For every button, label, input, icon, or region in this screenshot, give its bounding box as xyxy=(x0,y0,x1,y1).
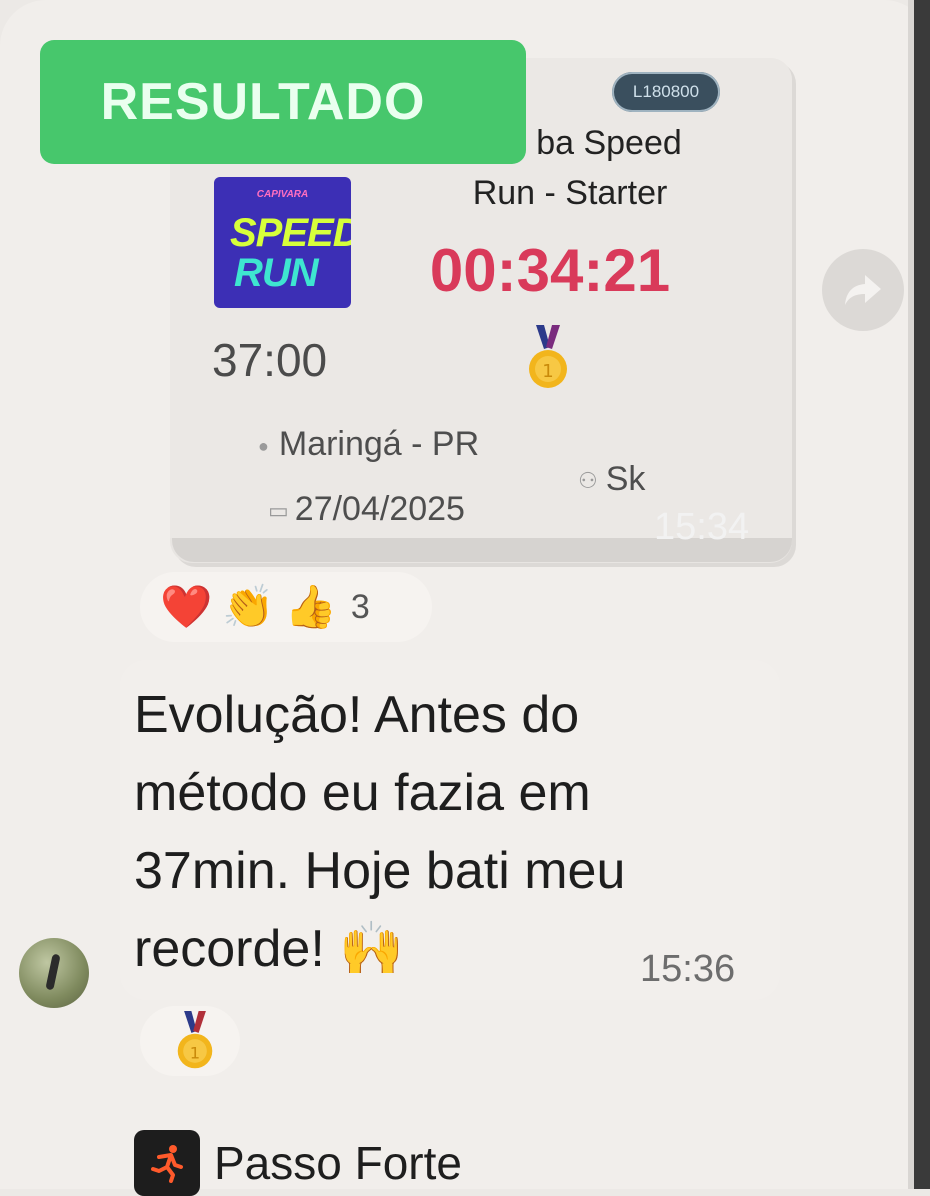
reaction-count: 3 xyxy=(350,587,370,626)
calendar-icon: ▭ xyxy=(268,498,289,524)
speed-run-logo: CAPIVARA SPEED RUN xyxy=(214,177,351,308)
forward-arrow-icon xyxy=(845,275,881,305)
svg-text:1: 1 xyxy=(542,361,553,382)
runner-app-icon xyxy=(134,1130,200,1196)
bib-number-badge: L180800 xyxy=(612,72,720,112)
date-row: ▭ 27/04/2025 xyxy=(268,490,465,529)
date-text: 27/04/2025 xyxy=(294,490,465,528)
gold-medal-icon: 1 xyxy=(177,1011,213,1069)
heart-reaction-icon: ❤️ xyxy=(160,583,213,630)
logo-brand-text: CAPIVARA xyxy=(256,189,309,200)
person-icon: ⚇ xyxy=(578,468,598,494)
card-timestamp: 15:34 xyxy=(654,506,750,548)
thumbs-up-reaction-icon: 👍 xyxy=(284,583,337,630)
result-banner: RESULTADO xyxy=(40,40,526,164)
runner-figure xyxy=(45,953,61,991)
location-pin-icon: ● xyxy=(258,435,269,456)
forward-button[interactable] xyxy=(822,249,904,331)
participant-name: Sk xyxy=(605,460,646,498)
message-text: Evolução! Antes do método eu fazia em 37… xyxy=(134,686,626,978)
event-name-line-2: Run - Starter xyxy=(472,174,668,212)
location-text: Maringá - PR xyxy=(278,425,480,463)
sender-name: Passo Forte xyxy=(214,1137,462,1189)
reactions-bar[interactable]: ❤️ 👏 👍 3 xyxy=(140,572,432,642)
previous-time: 37:00 xyxy=(212,334,328,386)
message-timestamp: 15:36 xyxy=(640,948,736,990)
svg-text:1: 1 xyxy=(190,1043,200,1062)
finish-time: 00:34:21 xyxy=(429,237,671,304)
device-bezel xyxy=(914,0,930,1189)
logo-word-run: RUN xyxy=(234,251,319,295)
next-message-sender[interactable]: Passo Forte xyxy=(134,1130,462,1196)
location-row: ● Maringá - PR xyxy=(258,425,479,464)
logo-word-speed: SPEED xyxy=(230,211,351,255)
clapping-reaction-icon: 👏 xyxy=(222,583,275,630)
participant-row: ⚇ Sk xyxy=(578,460,645,499)
gold-medal-icon: 1 xyxy=(529,325,567,388)
avatar[interactable] xyxy=(19,938,89,1008)
